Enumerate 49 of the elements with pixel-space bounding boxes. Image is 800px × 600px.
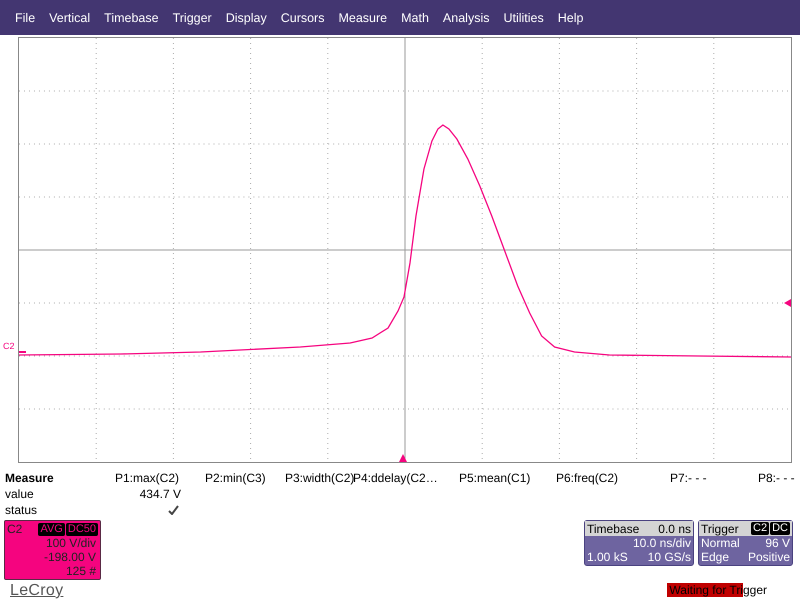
panel-title: Trigger <box>701 522 739 536</box>
parameter-label[interactable]: P1:max(C2) <box>115 470 205 486</box>
panel-title: Timebase <box>587 522 640 536</box>
trigger-time-marker-icon <box>399 454 407 462</box>
menu-item[interactable]: Display <box>218 10 274 24</box>
trigger-tag: DC <box>770 522 790 535</box>
brand-logo: LeCroy <box>10 582 64 600</box>
trigger-mode: Normal <box>701 536 740 550</box>
timebase-delay: 0.0 ns <box>658 522 691 536</box>
menu-item[interactable]: File <box>8 10 42 24</box>
parameter-label[interactable]: P3:width(C2) <box>285 470 353 486</box>
row-label: status <box>5 502 38 518</box>
parameter-label[interactable]: P7:- - - <box>670 470 758 486</box>
parameter-label[interactable]: P5:mean(C1) <box>459 470 556 486</box>
trace-ground-marker-icon <box>19 351 26 353</box>
channel-setting: 125 # <box>66 564 96 578</box>
channel-panel[interactable]: C2 AVG DC50 100 V/div -198.00 V 125 # <box>4 520 101 580</box>
row-label: value <box>5 486 35 502</box>
menu-item[interactable]: Math <box>394 10 436 24</box>
parameter-label[interactable]: P2:min(C3) <box>205 470 285 486</box>
trigger-level-marker-icon <box>784 299 791 307</box>
menu-item[interactable]: Trigger <box>166 10 219 24</box>
channel-setting: 100 V/div <box>46 536 96 550</box>
parameter-value: 434.7 V <box>138 486 182 502</box>
trigger-slope: Positive <box>748 550 790 564</box>
menu-item[interactable]: Vertical <box>42 10 98 24</box>
trigger-level: 96 V <box>765 536 790 550</box>
trace-label: C2 <box>3 341 15 351</box>
measure-title: Measure <box>5 470 55 486</box>
channel-tag: AVG <box>38 522 65 536</box>
channel-tag: DC50 <box>66 522 98 536</box>
trigger-panel[interactable]: Trigger C2 DC Normal 96 V Edge Positive <box>698 520 793 566</box>
timebase-scale: 10.0 ns/div <box>632 536 691 550</box>
menu-item[interactable]: Utilities <box>496 10 551 24</box>
menu-item[interactable]: Help <box>550 10 590 24</box>
trigger-type: Edge <box>701 550 730 564</box>
channel-setting: -198.00 V <box>44 550 96 564</box>
menu-item[interactable]: Cursors <box>274 10 332 24</box>
menu-item[interactable]: Timebase <box>97 10 166 24</box>
menu-item[interactable]: Analysis <box>436 10 496 24</box>
menu-item[interactable]: Measure <box>331 10 394 24</box>
channel-name: C2 <box>7 522 22 536</box>
sample-count: 1.00 kS <box>587 550 628 564</box>
parameter-label[interactable]: P4:ddelay(C2… <box>353 470 459 486</box>
parameter-label[interactable]: P8:- - - <box>758 470 800 486</box>
trigger-tag: C2 <box>751 522 770 535</box>
sample-rate: 10 GS/s <box>648 550 691 564</box>
parameter-label[interactable]: P6:freq(C2) <box>556 470 670 486</box>
timebase-panel[interactable]: Timebase 0.0 ns 10.0 ns/div 1.00 kS 10 GS/s <box>584 520 694 566</box>
